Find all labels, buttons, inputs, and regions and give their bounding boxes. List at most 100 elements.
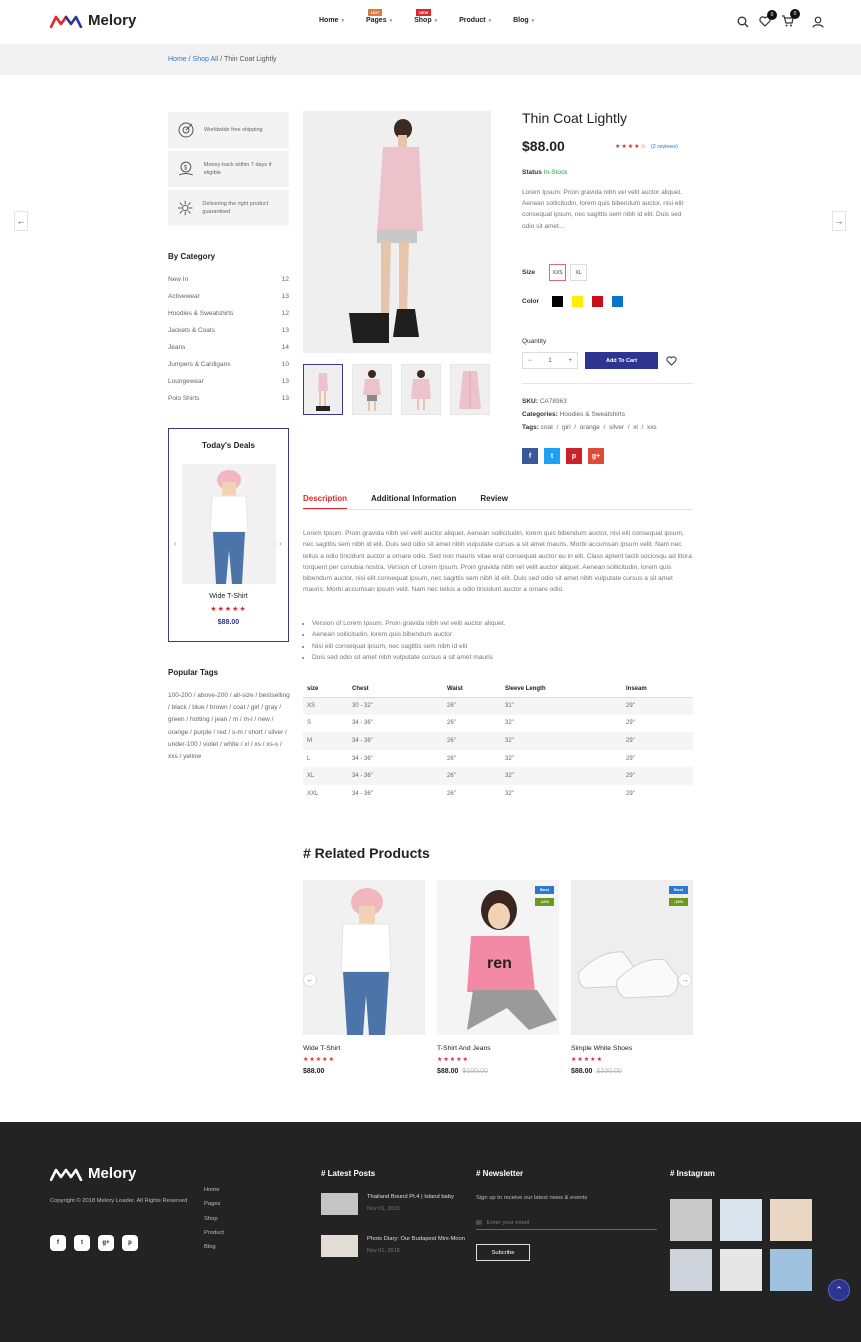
- deals-prev-arrow[interactable]: ‹: [174, 539, 177, 548]
- post-title[interactable]: Photo Diary: Our Budapest Mini-Moon: [367, 1235, 467, 1244]
- category-item[interactable]: Activewear 13: [168, 288, 289, 305]
- tab-additional-information[interactable]: Additional Information: [371, 494, 456, 509]
- deals-product-name[interactable]: Wide T-Shirt: [169, 593, 288, 600]
- footer-link[interactable]: Product: [204, 1226, 224, 1240]
- related-next-arrow[interactable]: →: [678, 973, 692, 987]
- color-swatch-blue[interactable]: [612, 296, 623, 307]
- color-swatch-black[interactable]: [552, 296, 563, 307]
- table-cell: 32": [501, 732, 622, 750]
- thumb-photo: [363, 370, 381, 411]
- subscribe-button[interactable]: Subcribe: [476, 1244, 530, 1261]
- email-field[interactable]: ✉: [476, 1217, 657, 1230]
- prev-product-arrow[interactable]: ←: [14, 211, 28, 231]
- google-plus-icon[interactable]: g+: [98, 1235, 114, 1251]
- category-item[interactable]: Polo Shirts 13: [168, 390, 289, 407]
- footer-logo[interactable]: Melory: [50, 1165, 136, 1182]
- arrow-left-icon: ←: [16, 216, 26, 226]
- tags-value[interactable]: coat / girl / orange / silver / xl / xxs: [541, 424, 657, 431]
- tab-review[interactable]: Review: [480, 494, 508, 509]
- site-logo[interactable]: Melory: [50, 12, 136, 29]
- google-plus-icon[interactable]: g+: [588, 448, 604, 464]
- tab-description[interactable]: Description: [303, 494, 348, 509]
- related-product-name[interactable]: Wide T-Shirt: [303, 1045, 425, 1052]
- post-thumbnail[interactable]: [321, 1235, 358, 1257]
- product-main-image[interactable]: [303, 111, 491, 353]
- increment-button[interactable]: +: [568, 358, 572, 364]
- breadcrumb-home[interactable]: Home: [168, 56, 187, 63]
- footer-link[interactable]: Shop: [204, 1212, 224, 1226]
- related-product-image[interactable]: [303, 880, 425, 1035]
- decrement-button[interactable]: −: [528, 358, 532, 364]
- deals-next-arrow[interactable]: ›: [279, 539, 282, 548]
- size-option-xxs[interactable]: XXS: [549, 264, 566, 281]
- add-to-cart-button[interactable]: Add To Cart: [585, 352, 658, 369]
- category-item[interactable]: New In 12: [168, 271, 289, 288]
- instagram-photo[interactable]: [670, 1249, 712, 1291]
- nav-pages[interactable]: HOT Pages ▾: [366, 9, 392, 24]
- breadcrumb-current: Thin Coat Lightly: [223, 56, 277, 63]
- category-item[interactable]: Hoodies & Sweatshirts 12: [168, 305, 289, 322]
- twitter-icon[interactable]: t: [544, 448, 560, 464]
- related-product-name[interactable]: Simple White Shoes: [571, 1045, 693, 1052]
- footer-link[interactable]: Pages: [204, 1197, 224, 1211]
- table-cell: 26": [447, 720, 456, 727]
- facebook-icon[interactable]: f: [522, 448, 538, 464]
- pinterest-icon[interactable]: p: [122, 1235, 138, 1251]
- latest-post[interactable]: Thailand Bound Pt.4 | Island baby Nov 01…: [321, 1193, 459, 1215]
- footer-link[interactable]: Blog: [204, 1240, 224, 1254]
- cart-button[interactable]: 0: [781, 9, 800, 29]
- instagram-photo[interactable]: [720, 1249, 762, 1291]
- breadcrumb-shop[interactable]: Shop All: [193, 56, 219, 63]
- nav-shop[interactable]: NEW Shop ▾: [414, 9, 437, 24]
- wishlist-button[interactable]: 0: [759, 9, 777, 29]
- color-swatch-red[interactable]: [592, 296, 603, 307]
- related-product-name[interactable]: T-Shirt And Jeans: [437, 1045, 559, 1052]
- category-item[interactable]: Jumpers & Cardigans 10: [168, 356, 289, 373]
- size-option-xl[interactable]: XL: [570, 264, 587, 281]
- product-thumb[interactable]: [450, 364, 490, 415]
- related-prev-arrow[interactable]: ←: [303, 973, 317, 987]
- popular-tags-list[interactable]: 100-200 / above-200 / all-size / bestsel…: [168, 690, 293, 763]
- scroll-to-top-button[interactable]: ⌃: [828, 1279, 850, 1301]
- chevron-down-icon: ▾: [488, 18, 492, 24]
- nav-product[interactable]: Product ▾: [459, 17, 491, 24]
- instagram-photo[interactable]: [770, 1249, 812, 1291]
- related-product-card[interactable]: Wide T-Shirt ★★★★★ $88.00: [303, 880, 425, 1075]
- email-input[interactable]: [486, 1220, 647, 1226]
- facebook-icon[interactable]: f: [50, 1235, 66, 1251]
- breadcrumb: Home / Shop All / Thin Coat Lightly: [168, 56, 277, 63]
- search-icon[interactable]: [737, 16, 749, 28]
- related-product-card[interactable]: ren Bost -12% T-Shirt And Jeans ★★★★★ $8…: [437, 880, 559, 1075]
- category-item[interactable]: Jackets & Coats 13: [168, 322, 289, 339]
- post-title[interactable]: Thailand Bound Pt.4 | Island baby: [367, 1193, 459, 1202]
- pinterest-icon[interactable]: p: [566, 448, 582, 464]
- related-product-card[interactable]: Bost -12% Simple White Shoes ★★★★★ $88.0…: [571, 880, 693, 1075]
- next-product-arrow[interactable]: →: [832, 211, 846, 231]
- categories-value[interactable]: Hoodies & Sweatshirts: [560, 411, 625, 418]
- footer-link[interactable]: Home: [204, 1183, 224, 1197]
- size-options: XXS XL: [549, 264, 587, 281]
- instagram-photo[interactable]: [720, 1199, 762, 1241]
- quantity-value[interactable]: 1: [548, 358, 551, 364]
- related-product-image[interactable]: ren Bost -12%: [437, 880, 559, 1035]
- reviews-link[interactable]: (2 reviews): [651, 144, 678, 150]
- post-thumbnail[interactable]: [321, 1193, 358, 1215]
- category-item[interactable]: Jeans 14: [168, 339, 289, 356]
- product-thumb[interactable]: [303, 364, 343, 415]
- deals-product-image[interactable]: [182, 464, 276, 584]
- instagram-photo[interactable]: [770, 1199, 812, 1241]
- nav-blog[interactable]: Blog ▾: [513, 17, 534, 24]
- product-thumb[interactable]: [352, 364, 392, 415]
- color-swatch-yellow[interactable]: [572, 296, 583, 307]
- user-icon[interactable]: [812, 16, 824, 28]
- instagram-photo[interactable]: [670, 1199, 712, 1241]
- nav-home[interactable]: Home ▾: [319, 17, 344, 24]
- category-count: 13: [281, 293, 289, 300]
- category-label: Activewear: [168, 293, 200, 300]
- product-thumb[interactable]: [401, 364, 441, 415]
- add-to-wishlist-heart-icon[interactable]: [666, 356, 677, 366]
- latest-post[interactable]: Photo Diary: Our Budapest Mini-Moon Nov …: [321, 1235, 467, 1257]
- related-product-image[interactable]: Bost -12%: [571, 880, 693, 1035]
- twitter-icon[interactable]: t: [74, 1235, 90, 1251]
- category-item[interactable]: Loungewear 13: [168, 373, 289, 390]
